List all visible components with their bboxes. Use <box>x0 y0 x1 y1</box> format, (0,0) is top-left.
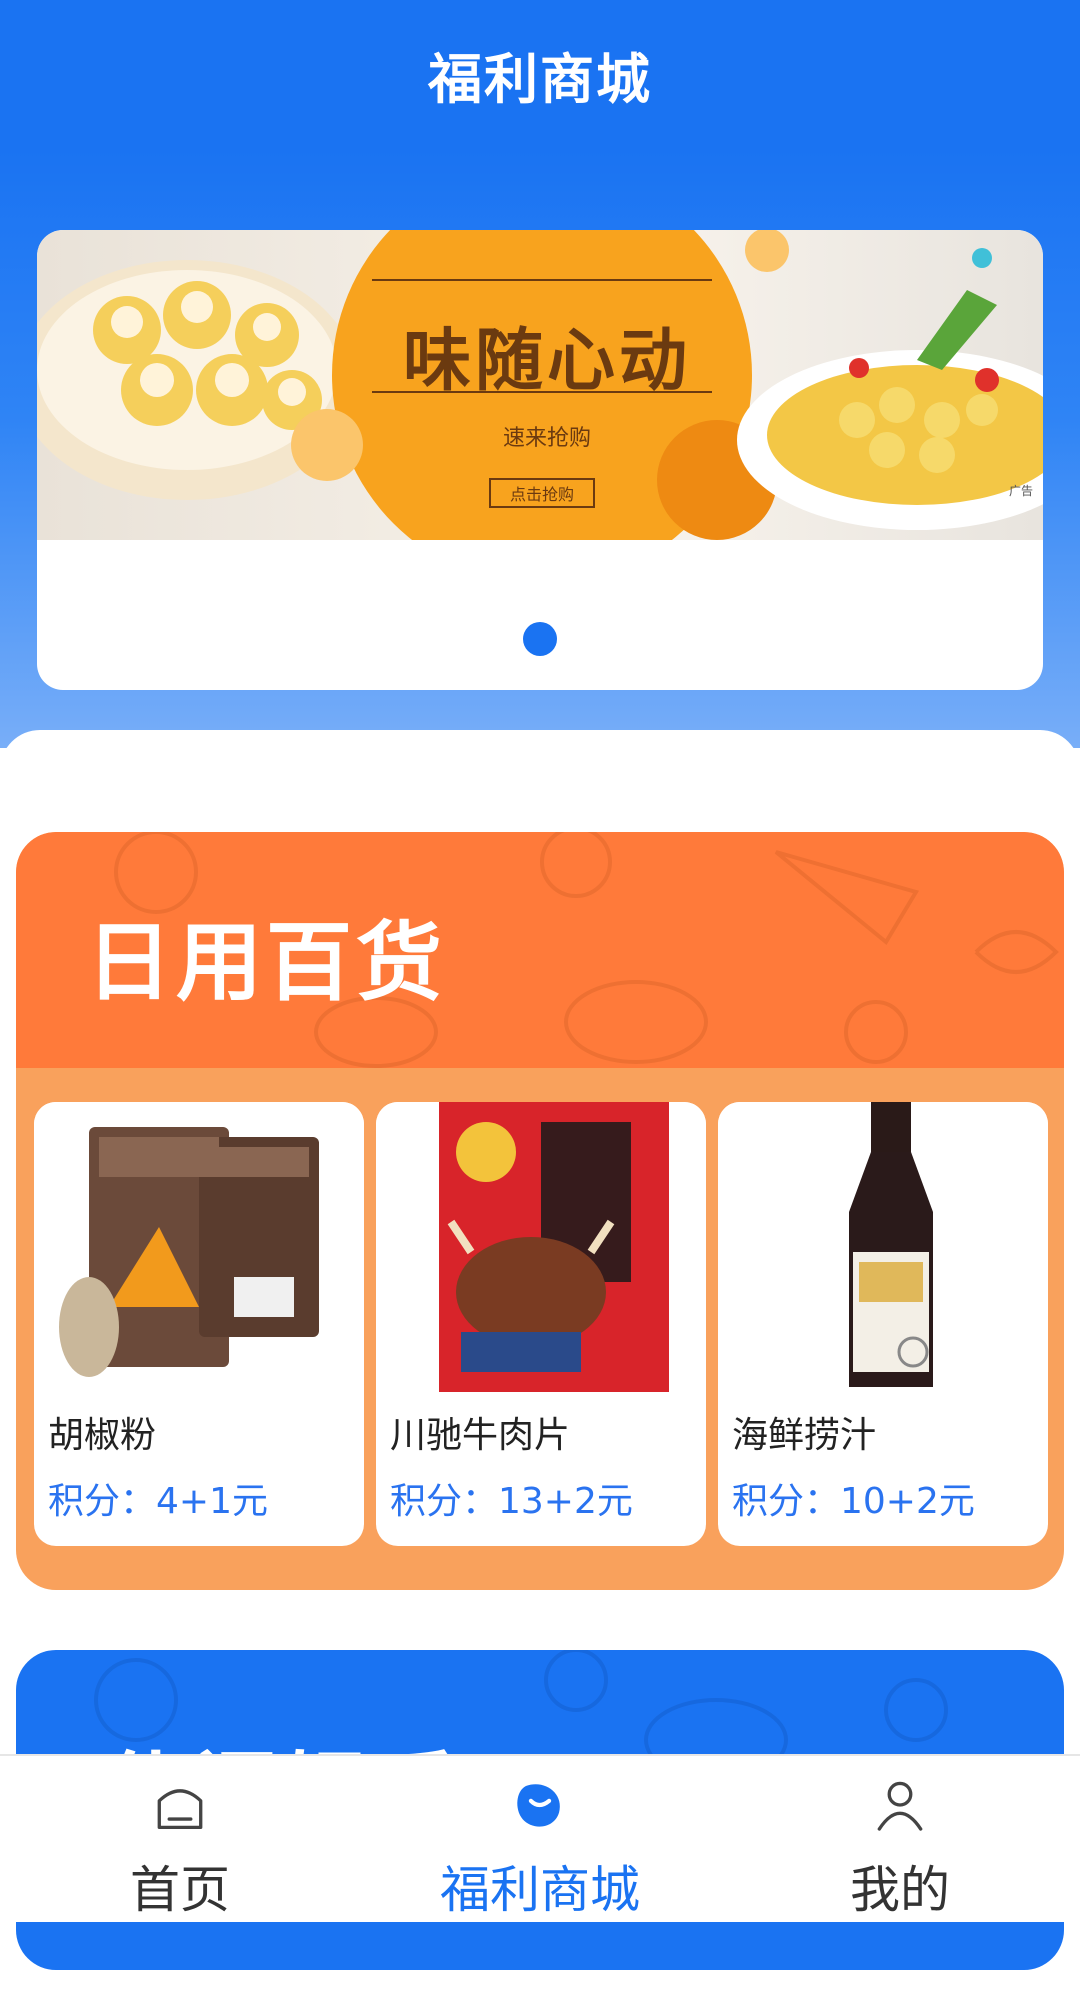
product-image[interactable] <box>718 1102 1048 1392</box>
tab-label: 福利商城 <box>440 1861 640 1919</box>
tab-mall[interactable]: 福利商城 <box>360 1756 720 1922</box>
banner-subtitle: 速来抢购 <box>502 426 591 451</box>
app-header: 福利商城 <box>0 0 1080 148</box>
product-list: 胡椒粉 积分：4+1元 川驰牛肉片 积分：13+2元 海鲜捞汁 积分：10+2元 <box>34 1102 1048 1546</box>
product-name: 川驰牛肉片 <box>390 1415 571 1456</box>
page-title: 福利商城 <box>428 47 652 111</box>
product-name: 海鲜捞汁 <box>732 1415 877 1456</box>
product-price: 积分：10+2元 <box>732 1481 975 1522</box>
banner-buy-button[interactable]: 点击抢购 <box>489 478 595 508</box>
banner-image[interactable]: 味随心动 速来抢购 点击抢购 <box>37 230 1043 540</box>
tab-label: 我的 <box>850 1861 950 1919</box>
tab-label: 首页 <box>130 1861 230 1919</box>
banner-carousel[interactable]: 味随心动 速来抢购 点击抢购 广告 <box>37 230 1043 690</box>
product-name: 胡椒粉 <box>48 1415 157 1456</box>
tab-profile[interactable]: 我的 <box>720 1756 1080 1922</box>
section-title: 日用百货 <box>86 913 446 1013</box>
bean-icon <box>517 1784 560 1827</box>
tab-home[interactable]: 首页 <box>0 1756 360 1922</box>
carousel-indicator-dot[interactable] <box>523 622 557 656</box>
ad-tag: 广告 <box>1009 484 1034 498</box>
home-icon <box>157 1789 203 1830</box>
user-icon <box>877 1781 923 1831</box>
product-card[interactable]: 川驰牛肉片 积分：13+2元 <box>376 1102 706 1546</box>
product-price: 积分：13+2元 <box>390 1481 633 1522</box>
section-header-band: 日用百货 <box>16 832 1064 1068</box>
section-daily-goods: 日用百货 胡椒粉 积分：4+1元 川驰牛肉片 积分：13+2元 海鲜捞汁 积分：… <box>16 832 1064 1590</box>
product-price: 积分：4+1元 <box>48 1481 268 1522</box>
product-image[interactable] <box>376 1102 706 1392</box>
product-card[interactable]: 胡椒粉 积分：4+1元 <box>34 1102 364 1546</box>
product-image[interactable] <box>34 1102 364 1392</box>
banner-headline: 味随心动 <box>402 322 691 401</box>
product-card[interactable]: 海鲜捞汁 积分：10+2元 <box>718 1102 1048 1546</box>
bottom-tab-bar: 首页 福利商城 我的 <box>0 1754 1080 1922</box>
